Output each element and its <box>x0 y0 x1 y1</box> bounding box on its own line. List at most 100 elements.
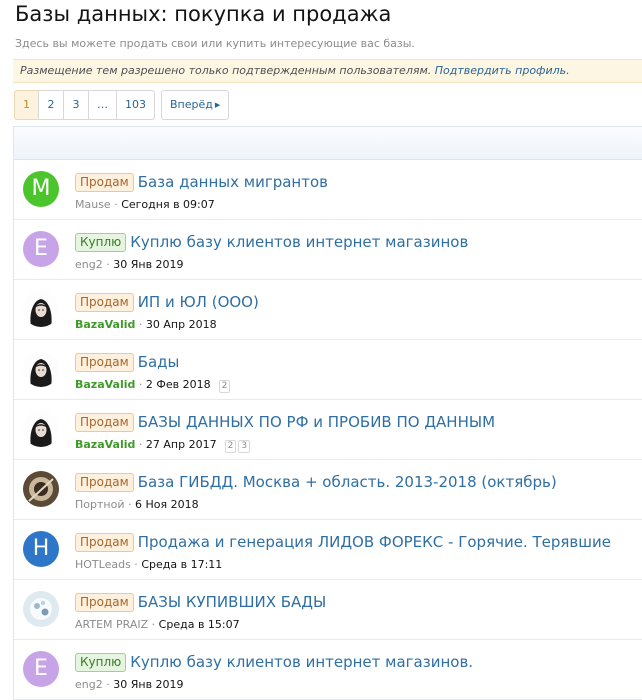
thread-page-link[interactable]: 3 <box>238 440 251 453</box>
meta-separator: · <box>124 498 135 511</box>
thread-author-link[interactable]: ARTEM PRAIZ <box>75 618 148 631</box>
avatar[interactable] <box>23 591 59 627</box>
thread-date-link[interactable]: 30 Янв 2019 <box>113 678 183 691</box>
thread-title-link[interactable]: База ГИБДД. Москва + область. 2013-2018 … <box>138 473 557 491</box>
thread-date-link[interactable]: 6 Ноя 2018 <box>135 498 199 511</box>
meta-separator: · <box>102 678 114 691</box>
meta-separator: · <box>135 318 146 331</box>
thread-title-link[interactable]: БАЗЫ ДАННЫХ ПО РФ и ПРОБИВ ПО ДАННЫМ <box>138 413 495 431</box>
thread-row: H Продам Продажа и генерация ЛИДОВ ФОРЕКС … <box>14 520 642 580</box>
thread-meta: eng2 · 30 Янв 2019 <box>75 258 184 271</box>
avatar[interactable] <box>23 411 59 447</box>
thread-meta: HOTLeads · Среда в 17:11 <box>75 558 222 571</box>
thread-page-links: 2 <box>217 378 231 393</box>
thread-date-link[interactable]: 2 Фев 2018 <box>146 378 211 391</box>
page-link-1[interactable]: 1 <box>14 90 39 120</box>
thread-date-link[interactable]: 30 Апр 2018 <box>146 318 217 331</box>
thread-prefix-badge[interactable]: Куплю <box>75 653 127 672</box>
thread-title-line: Продам База данных мигрантов <box>75 172 328 192</box>
thread-title-line: Продам БАЗЫ ДАННЫХ ПО РФ и ПРОБИВ ПО ДАНН… <box>75 412 495 432</box>
avatar[interactable] <box>23 471 59 507</box>
avatar[interactable]: H <box>23 531 59 567</box>
avatar[interactable] <box>23 291 59 327</box>
meta-separator: · <box>130 558 142 571</box>
thread-row: Продам БАЗЫ ДАННЫХ ПО РФ и ПРОБИВ ПО ДАНН… <box>14 400 642 460</box>
thread-page-link[interactable]: 2 <box>224 440 237 453</box>
thread-row: E Куплю Куплю базу клиентов интернет магаз… <box>14 640 642 700</box>
thread-title-link[interactable]: Куплю базу клиентов интернет магазинов. <box>130 653 473 671</box>
meta-separator: · <box>102 258 114 271</box>
notice-bar: Размещение тем разрешено только подтверж… <box>13 59 642 83</box>
thread-meta: Mause · Сегодня в 09:07 <box>75 198 215 211</box>
thread-prefix-badge[interactable]: Продам <box>75 473 134 492</box>
thread-title-line: Продам База ГИБДД. Москва + область. 2013… <box>75 472 557 492</box>
thread-date-link[interactable]: 30 Янв 2019 <box>113 258 183 271</box>
thread-list-header <box>14 127 642 160</box>
thread-title-link[interactable]: Бады <box>138 353 180 371</box>
thread-prefix-badge[interactable]: Продам <box>75 293 134 312</box>
page-link-3[interactable]: 3 <box>63 90 89 120</box>
thread-author-link[interactable]: BazaValid <box>75 318 135 331</box>
thread-title-link[interactable]: БАЗЫ КУПИВШИХ БАДЫ <box>138 593 327 611</box>
thread-date-link[interactable]: Сегодня в 09:07 <box>121 198 215 211</box>
avatar[interactable]: E <box>23 651 59 687</box>
thread-date-link[interactable]: 27 Апр 2017 <box>146 438 217 451</box>
avatar[interactable] <box>23 351 59 387</box>
thread-author-link[interactable]: Mause <box>75 198 111 211</box>
thread-title-line: Куплю Куплю базу клиентов интернет магази… <box>75 652 473 672</box>
thread-row: M Продам База данных мигрантов Mause · Сего… <box>14 160 642 220</box>
thread-title-link[interactable]: Продажа и генерация ЛИДОВ ФОРЕКС - Горяч… <box>138 533 611 551</box>
meta-separator: · <box>135 438 146 451</box>
thread-author-link[interactable]: BazaValid <box>75 438 135 451</box>
page-skip-ellipsis[interactable]: … <box>88 90 117 120</box>
thread-title-link[interactable]: База данных мигрантов <box>138 173 328 191</box>
thread-row: Продам БАЗЫ КУПИВШИХ БАДЫ ARTEM PRAIZ · Ср… <box>14 580 642 640</box>
page-title: Базы данных: покупка и продажа <box>15 2 392 26</box>
avatar[interactable]: E <box>23 231 59 267</box>
thread-date-link[interactable]: Среда в 15:07 <box>159 618 240 631</box>
thread-author-link[interactable]: BazaValid <box>75 378 135 391</box>
thread-meta: eng2 · 30 Янв 2019 <box>75 678 184 691</box>
thread-rows: M Продам База данных мигрантов Mause · Сего… <box>14 160 642 700</box>
thread-prefix-badge[interactable]: Продам <box>75 353 134 372</box>
thread-title-link[interactable]: ИП и ЮЛ (ООО) <box>138 293 259 311</box>
thread-author-link[interactable]: Портной <box>75 498 124 511</box>
thread-page-links: 23 <box>223 438 251 453</box>
thread-title-line: Продам ИП и ЮЛ (ООО) <box>75 292 259 312</box>
thread-row: Продам Бады BazaValid · 2 Фев 2018 2 <box>14 340 642 400</box>
thread-page-link[interactable]: 2 <box>218 380 231 393</box>
thread-title-link[interactable]: Куплю базу клиентов интернет магазинов <box>130 233 468 251</box>
next-page-label: Вперёд <box>170 98 213 111</box>
thread-meta: BazaValid · 30 Апр 2018 <box>75 318 217 331</box>
meta-separator: · <box>110 198 122 211</box>
thread-prefix-badge[interactable]: Продам <box>75 533 134 552</box>
thread-meta: BazaValid · 27 Апр 2017 2 3 <box>75 438 251 453</box>
thread-title-line: Продам Продажа и генерация ЛИДОВ ФОРЕКС -… <box>75 532 611 552</box>
notice-text: Размещение тем разрешено только подтверж… <box>20 64 432 77</box>
thread-meta: ARTEM PRAIZ · Среда в 15:07 <box>75 618 240 631</box>
thread-title-line: Продам БАЗЫ КУПИВШИХ БАДЫ <box>75 592 326 612</box>
thread-prefix-badge[interactable]: Продам <box>75 593 134 612</box>
arrow-right-icon: ▶ <box>214 101 221 109</box>
page-link-last[interactable]: 103 <box>116 90 155 120</box>
thread-author-link[interactable]: HOTLeads <box>75 558 131 571</box>
thread-prefix-badge[interactable]: Продам <box>75 173 134 192</box>
page-link-2[interactable]: 2 <box>38 90 64 120</box>
thread-meta: Портной · 6 Ноя 2018 <box>75 498 199 511</box>
thread-row: Продам ИП и ЮЛ (ООО) BazaValid · 30 Апр 20… <box>14 280 642 340</box>
next-page-button[interactable]: Вперёд ▶ <box>161 90 230 120</box>
thread-title-line: Куплю Куплю базу клиентов интернет магази… <box>75 232 468 252</box>
thread-prefix-badge[interactable]: Продам <box>75 413 134 432</box>
thread-author-link[interactable]: eng2 <box>75 678 103 691</box>
thread-meta: BazaValid · 2 Фев 2018 2 <box>75 378 231 393</box>
avatar[interactable]: M <box>23 171 59 207</box>
thread-prefix-badge[interactable]: Куплю <box>75 233 127 252</box>
thread-date-link[interactable]: Среда в 17:11 <box>141 558 222 571</box>
confirm-profile-link[interactable]: Подтвердить профиль. <box>435 64 570 77</box>
thread-row: E Куплю Куплю базу клиентов интернет магаз… <box>14 220 642 280</box>
thread-row: Продам База ГИБДД. Москва + область. 2013… <box>14 460 642 520</box>
thread-title-line: Продам Бады <box>75 352 179 372</box>
thread-author-link[interactable]: eng2 <box>75 258 103 271</box>
meta-separator: · <box>148 618 159 631</box>
meta-separator: · <box>135 378 146 391</box>
